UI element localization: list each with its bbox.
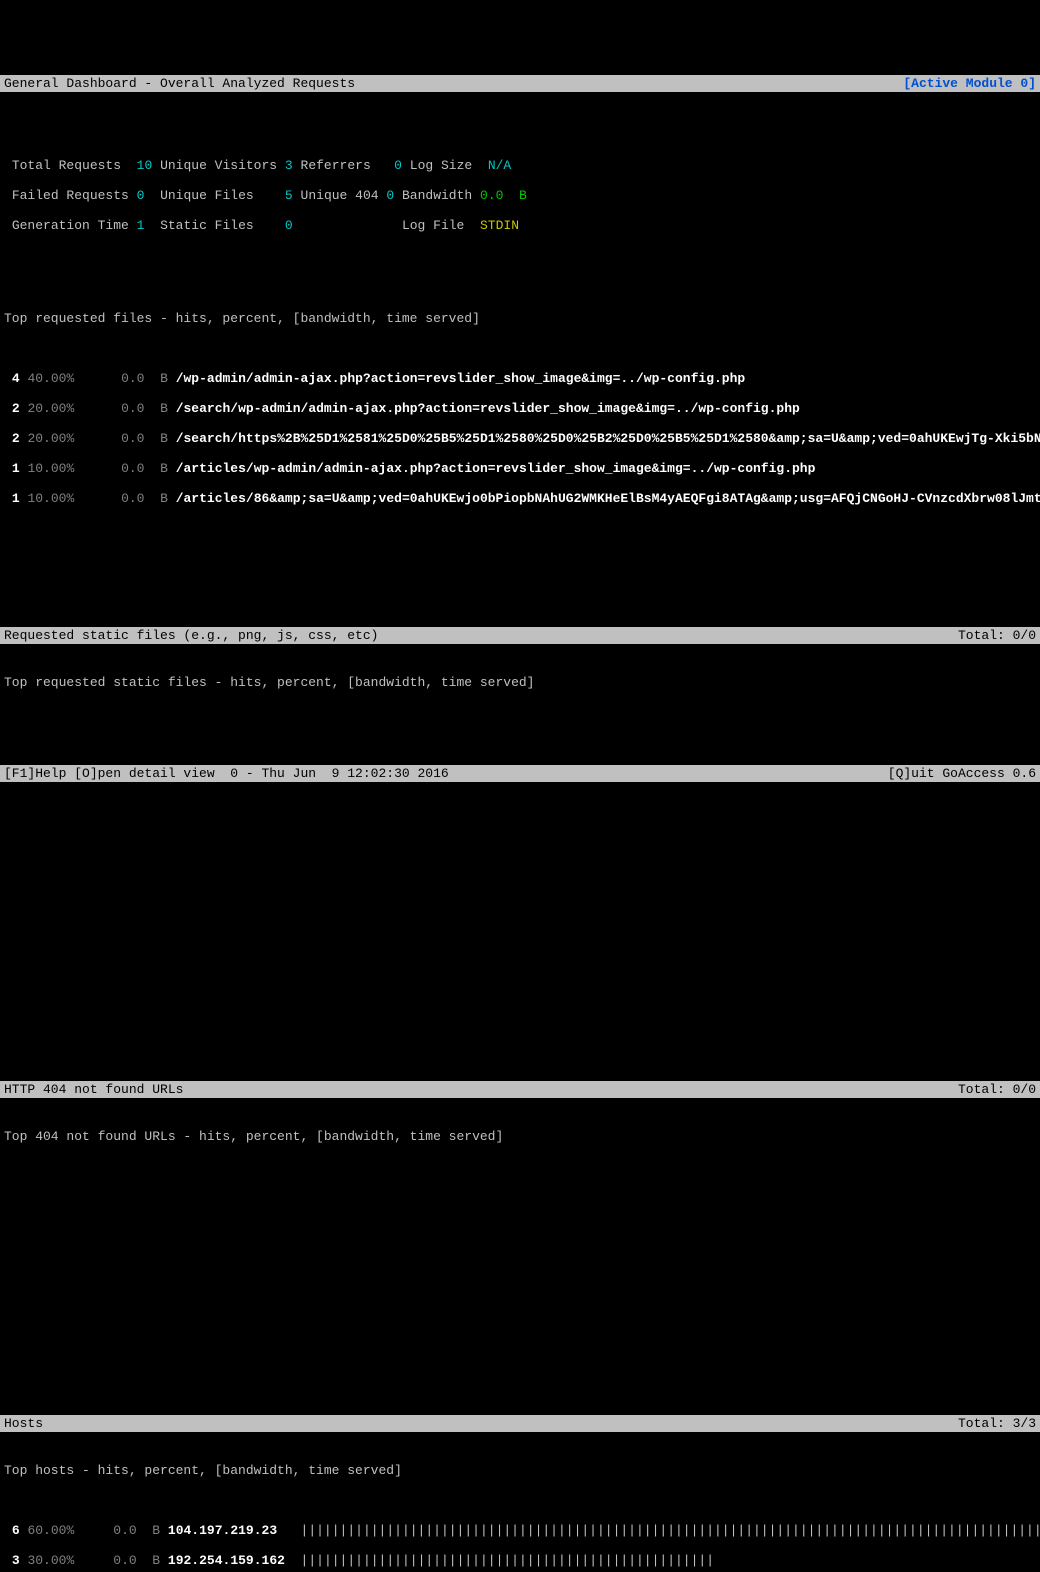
row-host: 192.254.159.162 <box>168 1553 285 1568</box>
generation-time-label: Generation Time <box>12 218 129 233</box>
not-found-total: Total: 0/0 <box>958 1082 1036 1097</box>
bandwidth-unit: B <box>519 188 527 203</box>
static-files-total: Total: 0/0 <box>958 628 1036 643</box>
row-pct: 10.00% <box>27 491 74 506</box>
row-hits: 4 <box>12 371 20 386</box>
failed-requests-value: 0 <box>137 188 145 203</box>
hosts-title: Hosts <box>4 1416 43 1431</box>
row-path: /articles/wp-admin/admin-ajax.php?action… <box>176 461 816 476</box>
row-unit: B <box>160 461 168 476</box>
hosts-subheader: Top hosts - hits, percent, [bandwidth, t… <box>4 1463 1036 1478</box>
row-hits: 6 <box>12 1523 20 1538</box>
hosts-total: Total: 3/3 <box>958 1416 1036 1431</box>
row-path: /articles/86&amp;sa=U&amp;ved=0ahUKEwjo0… <box>176 491 1040 506</box>
row-bar: ||||||||||||||||||||||||||||||||||||||||… <box>301 1523 1040 1538</box>
row-path: /search/https%2B%25D1%2581%25D0%25B5%25D… <box>176 431 1040 446</box>
static-files-subheader: Top requested static files - hits, perce… <box>4 675 1036 690</box>
active-module-indicator: [Active Module 0] <box>903 76 1036 91</box>
log-size-label: Log Size <box>410 158 472 173</box>
row-path: /search/wp-admin/admin-ajax.php?action=r… <box>176 401 800 416</box>
row-pct: 60.00% <box>27 1523 74 1538</box>
row-pct: 30.00% <box>27 1553 74 1568</box>
static-files-label: Static Files <box>160 218 254 233</box>
hosts-panel[interactable]: Top hosts - hits, percent, [bandwidth, t… <box>0 1447 1040 1572</box>
referrers-value: 0 <box>394 158 402 173</box>
row-pct: 10.00% <box>27 461 74 476</box>
log-size-value: N/A <box>488 158 511 173</box>
row-pct: 20.00% <box>27 431 74 446</box>
row-pct: 40.00% <box>27 371 74 386</box>
referrers-label: Referrers <box>301 158 371 173</box>
row-unit: B <box>160 371 168 386</box>
requested-files-subheader: Top requested files - hits, percent, [ba… <box>4 311 1036 326</box>
footer-bar: [F1]Help [O]pen detail view 0 - Thu Jun … <box>0 765 1040 782</box>
row-bw: 0.0 <box>121 491 144 506</box>
static-files-title: Requested static files (e.g., png, js, c… <box>4 628 378 643</box>
log-file-label: Log File <box>402 218 464 233</box>
row-hits: 1 <box>12 491 20 506</box>
failed-requests-label: Failed Requests <box>12 188 129 203</box>
generation-time-value: 1 <box>137 218 145 233</box>
row-unit: B <box>160 401 168 416</box>
unique-404-value: 0 <box>386 188 394 203</box>
requested-files-panel[interactable]: Top requested files - hits, percent, [ba… <box>0 295 1040 582</box>
total-requests-label: Total Requests <box>12 158 121 173</box>
unique-files-label: Unique Files <box>160 188 254 203</box>
static-files-value: 0 <box>285 218 293 233</box>
row-hits: 2 <box>12 401 20 416</box>
bandwidth-value: 0.0 <box>480 188 503 203</box>
static-files-header[interactable]: Requested static files (e.g., png, js, c… <box>0 627 1040 644</box>
footer-right[interactable]: [Q]uit GoAccess 0.6 <box>888 766 1036 781</box>
total-requests-value: 10 <box>137 158 153 173</box>
row-bar: ||||||||||||||||||||||||||||||||||||||||… <box>301 1553 714 1568</box>
row-host: 104.197.219.23 <box>168 1523 277 1538</box>
not-found-panel[interactable]: Top 404 not found URLs - hits, percent, … <box>0 1113 1040 1370</box>
not-found-subheader: Top 404 not found URLs - hits, percent, … <box>4 1129 1036 1144</box>
row-unit: B <box>160 491 168 506</box>
header-bar: General Dashboard - Overall Analyzed Req… <box>0 75 1040 92</box>
overall-stats: Total Requests 10 Unique Visitors 3 Refe… <box>0 137 1040 250</box>
unique-files-value: 5 <box>285 188 293 203</box>
row-hits: 1 <box>12 461 20 476</box>
hosts-header[interactable]: Hosts Total: 3/3 <box>0 1415 1040 1432</box>
dashboard-title: General Dashboard - Overall Analyzed Req… <box>4 76 355 91</box>
row-unit: B <box>152 1523 160 1538</box>
unique-visitors-value: 3 <box>285 158 293 173</box>
row-bw: 0.0 <box>113 1523 136 1538</box>
static-files-panel[interactable]: Top requested static files - hits, perce… <box>0 659 1040 1036</box>
unique-404-label: Unique 404 <box>301 188 379 203</box>
row-unit: B <box>160 431 168 446</box>
not-found-header[interactable]: HTTP 404 not found URLs Total: 0/0 <box>0 1081 1040 1098</box>
row-unit: B <box>152 1553 160 1568</box>
log-file-value: STDIN <box>480 218 519 233</box>
row-path: /wp-admin/admin-ajax.php?action=revslide… <box>176 371 746 386</box>
row-pct: 20.00% <box>27 401 74 416</box>
row-bw: 0.0 <box>121 401 144 416</box>
row-bw: 0.0 <box>113 1553 136 1568</box>
not-found-title: HTTP 404 not found URLs <box>4 1082 183 1097</box>
row-hits: 3 <box>12 1553 20 1568</box>
bandwidth-label: Bandwidth <box>402 188 472 203</box>
unique-visitors-label: Unique Visitors <box>160 158 277 173</box>
row-hits: 2 <box>12 431 20 446</box>
row-bw: 0.0 <box>121 371 144 386</box>
row-bw: 0.0 <box>121 461 144 476</box>
footer-left[interactable]: [F1]Help [O]pen detail view 0 - Thu Jun … <box>4 766 449 781</box>
row-bw: 0.0 <box>121 431 144 446</box>
